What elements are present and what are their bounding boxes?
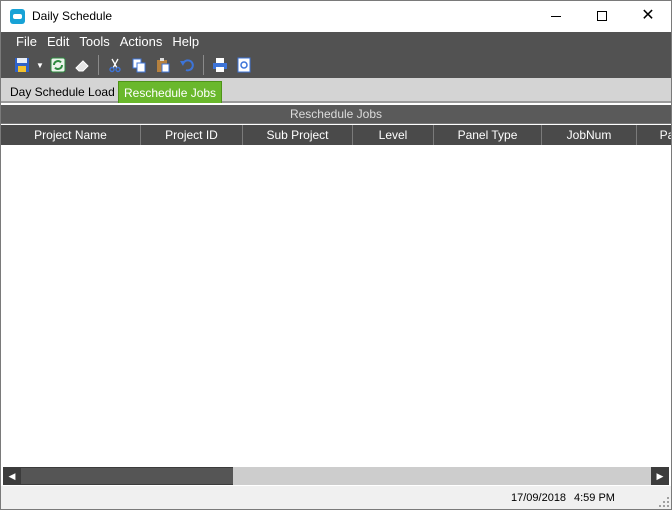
column-header-pa[interactable]: Pa	[637, 125, 671, 145]
tab-reschedule-jobs[interactable]: Reschedule Jobs	[118, 81, 223, 103]
status-time: 4:59 PM	[574, 492, 615, 504]
column-header-sub-project[interactable]: Sub Project	[243, 125, 353, 145]
horizontal-scrollbar[interactable]: ◀ ▶	[3, 467, 669, 485]
column-header-jobnum[interactable]: JobNum	[542, 125, 637, 145]
scroll-right-button[interactable]: ▶	[651, 467, 669, 485]
maximize-icon	[597, 11, 607, 21]
undo-button[interactable]	[177, 55, 197, 75]
menu-actions[interactable]: Actions	[115, 32, 168, 52]
column-header-project-id[interactable]: Project ID	[141, 125, 243, 145]
menu-bar: File Edit Tools Actions Help	[1, 32, 671, 52]
copy-button[interactable]	[129, 55, 149, 75]
scroll-left-button[interactable]: ◀	[3, 467, 21, 485]
cut-button[interactable]	[105, 55, 125, 75]
scroll-thumb[interactable]	[21, 468, 233, 484]
tab-strip: Day Schedule Load Reschedule Jobs	[1, 78, 671, 103]
paste-icon	[157, 58, 170, 73]
toolbar-separator	[203, 55, 204, 75]
copy-icon	[132, 58, 146, 73]
chevron-down-icon: ▼	[36, 60, 44, 70]
eraser-button[interactable]	[72, 55, 92, 75]
grid-body[interactable]	[1, 145, 671, 467]
app-window: Daily Schedule ✕ File Edit Tools Actions…	[0, 0, 672, 510]
grid-header: Project Name Project ID Sub Project Leve…	[1, 125, 671, 145]
paste-button[interactable]	[153, 55, 173, 75]
print-preview-button[interactable]	[234, 55, 254, 75]
menu-file[interactable]: File	[11, 32, 42, 52]
save-button[interactable]	[12, 55, 32, 75]
minimize-button[interactable]	[533, 1, 579, 31]
grid-caption: Reschedule Jobs	[1, 105, 671, 124]
status-bar: 17/09/2018 4:59 PM	[1, 486, 671, 509]
menu-edit[interactable]: Edit	[42, 32, 74, 52]
minimize-icon	[551, 15, 561, 17]
column-header-panel-type[interactable]: Panel Type	[434, 125, 542, 145]
column-header-project-name[interactable]: Project Name	[1, 125, 141, 145]
menu-help[interactable]: Help	[167, 32, 204, 52]
menu-tools[interactable]: Tools	[74, 32, 114, 52]
print-icon	[213, 58, 227, 72]
window-title: Daily Schedule	[32, 9, 113, 23]
eraser-icon	[75, 60, 89, 72]
resize-grip-icon[interactable]	[659, 497, 669, 507]
maximize-button[interactable]	[579, 1, 625, 31]
toolbar-separator	[98, 55, 99, 75]
title-bar: Daily Schedule ✕	[1, 1, 671, 32]
cut-icon	[109, 58, 121, 73]
arrow-left-icon: ◀	[8, 470, 16, 481]
arrow-right-icon: ▶	[656, 470, 664, 481]
print-preview-icon	[237, 57, 251, 73]
undo-icon	[180, 59, 194, 72]
column-header-level[interactable]: Level	[353, 125, 434, 145]
toolbar: ▼	[1, 52, 671, 78]
save-dropdown-button[interactable]: ▼	[36, 55, 44, 75]
tab-day-schedule-load[interactable]: Day Schedule Load	[5, 81, 120, 103]
save-icon	[15, 58, 29, 72]
close-button[interactable]: ✕	[625, 1, 671, 31]
refresh-icon	[50, 57, 66, 73]
close-icon: ✕	[641, 7, 655, 24]
print-button[interactable]	[210, 55, 230, 75]
refresh-button[interactable]	[48, 55, 68, 75]
app-icon	[10, 9, 25, 24]
scroll-track[interactable]	[233, 467, 651, 485]
status-date: 17/09/2018	[511, 492, 567, 504]
